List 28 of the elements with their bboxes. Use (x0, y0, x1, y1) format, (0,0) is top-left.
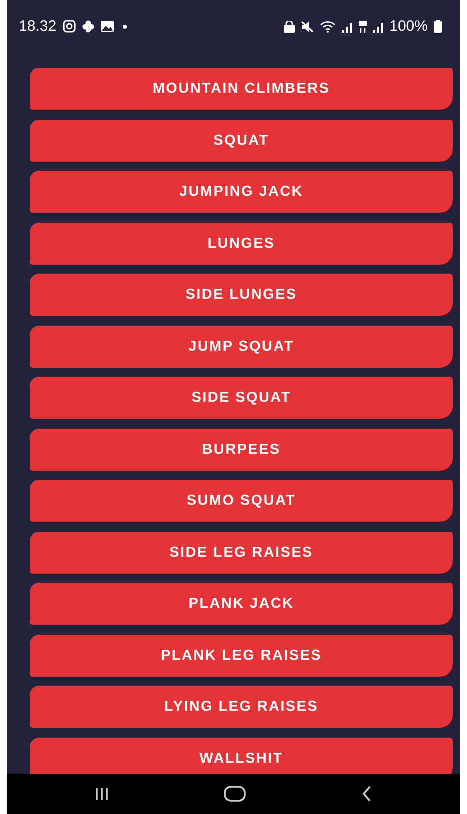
recent-apps-icon[interactable] (94, 787, 109, 801)
exercise-button[interactable]: SIDE LUNGES (30, 274, 453, 316)
signal-icon (372, 20, 384, 32)
clock-time: 18.32 (19, 18, 57, 35)
flower-icon (82, 20, 95, 33)
exercise-button[interactable]: SQUAT (30, 120, 453, 162)
image-icon (100, 21, 114, 32)
exercise-button[interactable]: PLANK LEG RAISES (30, 634, 453, 676)
exercise-button[interactable]: SIDE LEG RAISES (30, 532, 453, 574)
exercise-button[interactable]: LYING LEG RAISES (30, 686, 453, 728)
camera-icon (62, 20, 76, 33)
exercise-button[interactable]: JUMPING JACK (30, 171, 453, 213)
exercise-button[interactable]: JUMP SQUAT (30, 326, 453, 368)
exercise-button[interactable]: WALLSHIT (30, 738, 453, 774)
wifi-icon (320, 20, 336, 32)
exercise-button[interactable]: SUMO SQUAT (30, 480, 453, 522)
battery-icon (434, 20, 442, 33)
exercise-button[interactable]: MOUNTAIN CLIMBERS (30, 68, 453, 110)
exercise-button[interactable]: LUNGES (30, 222, 453, 264)
back-icon[interactable] (362, 786, 372, 802)
exercise-button[interactable]: PLANK JACK (30, 583, 453, 625)
signal-icon (342, 20, 353, 32)
exercise-button[interactable]: BURPEES (30, 428, 453, 470)
home-icon[interactable] (224, 786, 246, 802)
mute-icon (300, 20, 314, 32)
lock-icon (284, 20, 295, 32)
exercise-button[interactable]: SIDE SQUAT (30, 377, 453, 419)
battery-percent: 100% (390, 18, 428, 35)
